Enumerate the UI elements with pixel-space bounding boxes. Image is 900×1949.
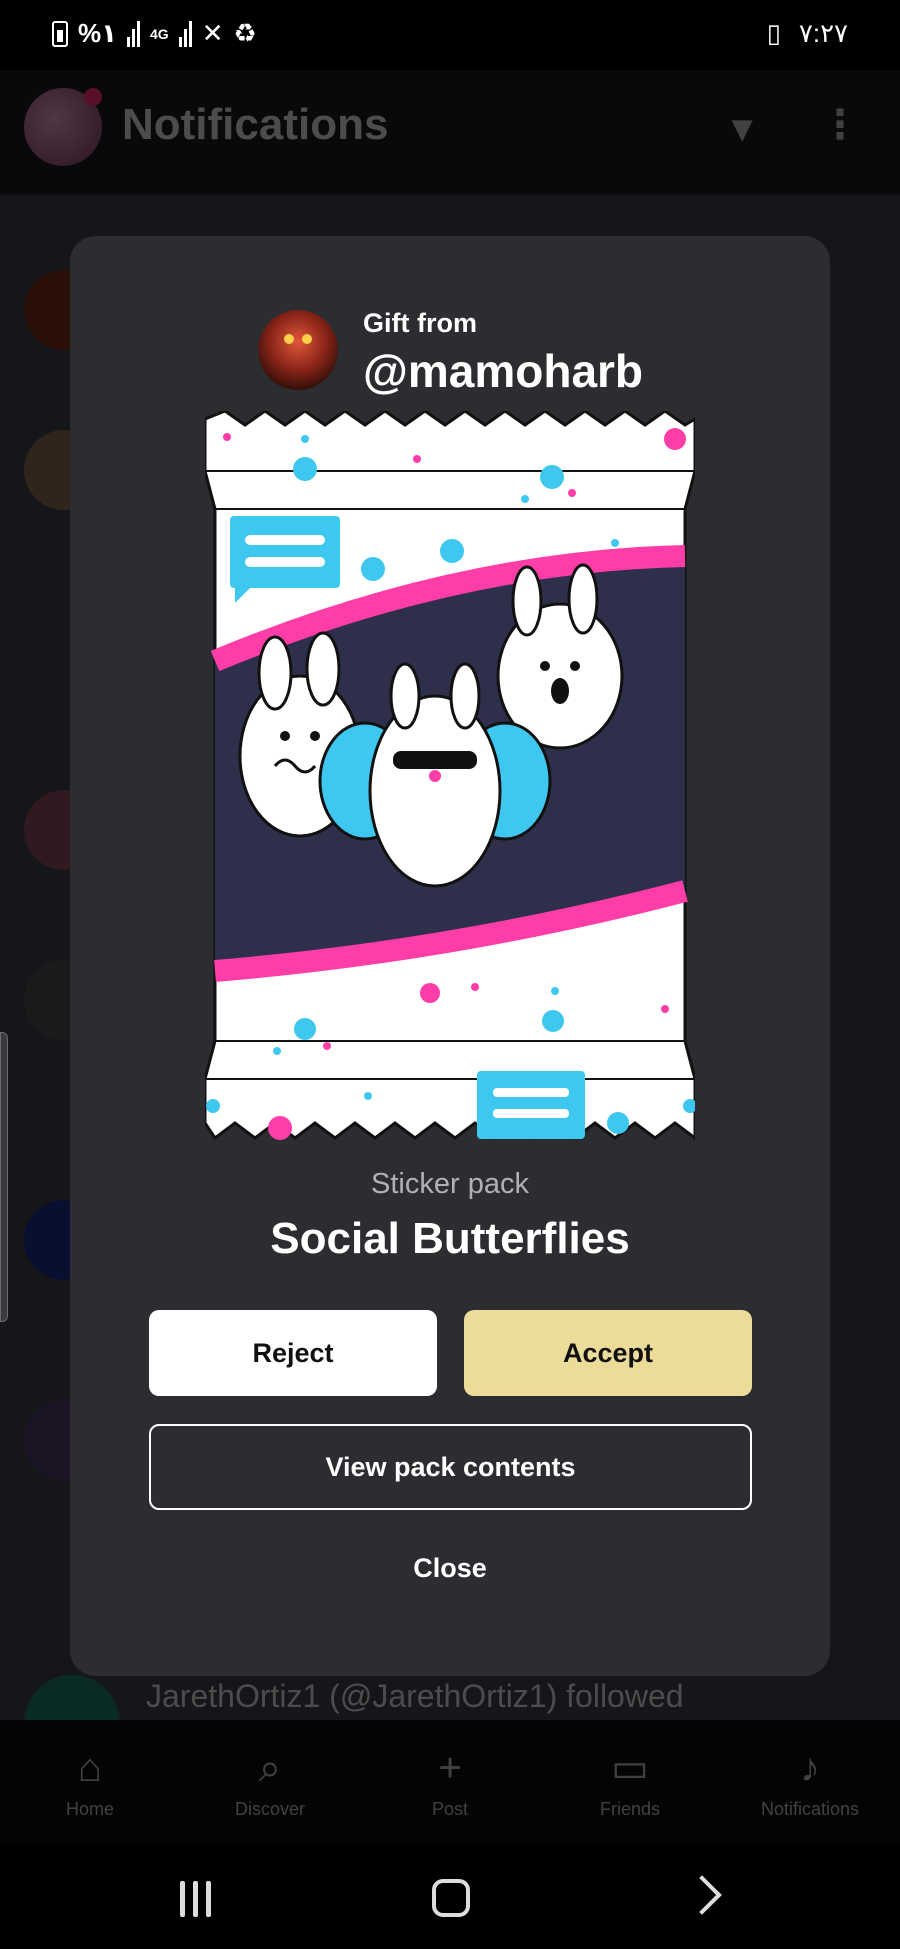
tab-post[interactable]: + Post: [360, 1746, 540, 1820]
status-right: ▯ ٧:٢٧: [767, 18, 848, 49]
view-pack-contents-button[interactable]: View pack contents: [149, 1424, 752, 1510]
sender-username: @mamoharb: [363, 345, 644, 397]
home-icon: ⌂: [77, 1745, 103, 1790]
recent-apps-icon[interactable]: [180, 1881, 211, 1917]
notifications-header: Notifications ▼ ⋮: [0, 70, 900, 195]
sticker-pack-image: [205, 411, 695, 1146]
sticker-pack-artwork: [205, 411, 695, 1141]
list-item-text: JarethOrtiz1 (@JarethOrtiz1) followed: [146, 1678, 684, 1714]
gift-from-label: Gift from: [363, 308, 477, 338]
more-vertical-icon[interactable]: ⋮: [820, 102, 860, 148]
pack-type-label: Sticker pack: [371, 1168, 529, 1200]
page-title: Notifications: [122, 100, 389, 149]
edge-panel-handle[interactable]: [0, 1032, 8, 1322]
recycle-icon: ♻: [233, 18, 257, 48]
battery-percent: %١: [78, 18, 117, 48]
tab-discover[interactable]: ⌕ Discover: [180, 1746, 360, 1820]
signal-icon-2: [178, 20, 192, 47]
battery-icon: [52, 20, 68, 47]
screen: %١ 4G ✕ ♻ ▯ ٧:٢٧ Notifications ▼ ⋮ Jaret…: [0, 0, 900, 1949]
mute-icon: ✕: [201, 18, 224, 48]
plus-icon: +: [438, 1745, 462, 1790]
home-button-icon[interactable]: [432, 1879, 470, 1917]
gift-dialog: Gift from @mamoharb Sticker pack Social …: [70, 236, 830, 1676]
filter-icon[interactable]: ▼: [724, 108, 760, 150]
signal-icon: [127, 20, 140, 47]
tab-notifications[interactable]: ♪ Notifications: [720, 1746, 900, 1820]
search-icon: ⌕: [258, 1745, 282, 1790]
tab-friends[interactable]: ▭ Friends: [540, 1745, 720, 1820]
bell-icon: ♪: [800, 1745, 820, 1790]
chat-icon: ▭: [611, 1746, 649, 1790]
close-button[interactable]: Close: [350, 1538, 550, 1598]
clock: ٧:٢٧: [798, 18, 848, 48]
status-bar: %١ 4G ✕ ♻ ▯ ٧:٢٧: [0, 0, 900, 70]
bottom-nav: ⌂ Home ⌕ Discover + Post ▭ Friends ♪ Notifica…: [0, 1720, 900, 1845]
sender-avatar: [258, 310, 338, 390]
back-icon[interactable]: [682, 1875, 722, 1915]
notification-dot: [84, 88, 102, 106]
system-nav-bar: [0, 1845, 900, 1949]
status-left: %١ 4G ✕ ♻: [52, 18, 257, 49]
pack-name: Social Butterflies: [270, 1214, 630, 1263]
accept-button[interactable]: Accept: [464, 1310, 752, 1396]
phone-icon: ▯: [766, 18, 781, 48]
reject-button[interactable]: Reject: [149, 1310, 437, 1396]
tab-home[interactable]: ⌂ Home: [0, 1746, 180, 1820]
network-type: 4G: [150, 25, 169, 42]
